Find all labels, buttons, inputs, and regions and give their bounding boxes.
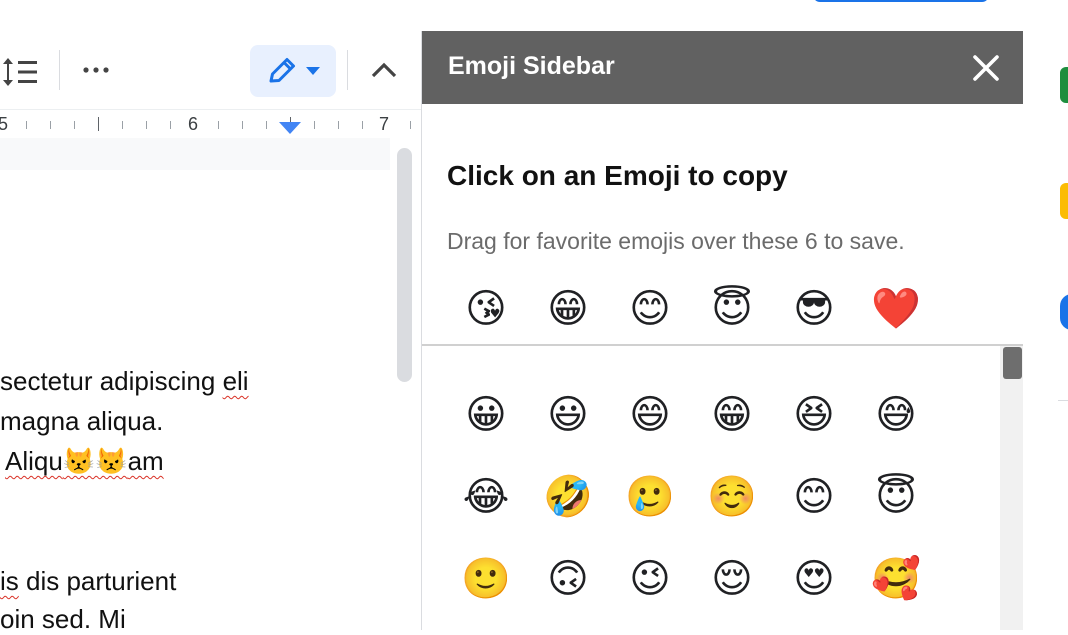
spelling-error[interactable]: eli	[223, 366, 249, 396]
emoji-sidebar: Emoji Sidebar Click on an Emoji to copy …	[421, 31, 1025, 630]
emoji-cell[interactable]: 🥰	[868, 551, 924, 607]
sidebar-subheading: Drag for favorite emojis over these 6 to…	[447, 228, 905, 254]
document-scroll-thumb[interactable]	[397, 148, 412, 382]
side-panel	[1023, 31, 1068, 630]
ruler-tick	[74, 121, 75, 129]
more-options-icon[interactable]	[76, 52, 116, 88]
favorite-emoji[interactable]: 😘	[458, 281, 514, 337]
ruler-tick	[170, 121, 171, 129]
ruler-tick	[98, 117, 99, 131]
indent-marker[interactable]	[279, 122, 301, 134]
ruler-tick	[122, 121, 123, 129]
editing-mode-button[interactable]	[250, 45, 336, 97]
emoji-cell[interactable]: 😂	[458, 469, 514, 525]
side-panel-divider	[1058, 400, 1068, 401]
emoji-cell[interactable]: 🙂	[458, 551, 514, 607]
document-line: is dis parturient	[0, 566, 177, 596]
spelling-error[interactable]: is	[0, 566, 19, 596]
toolbar-divider	[59, 50, 60, 90]
document-page[interactable]	[0, 170, 390, 630]
top-bar	[0, 0, 1068, 32]
chevron-up-icon[interactable]	[362, 52, 406, 88]
inline-emoji: 😾😾	[62, 446, 128, 476]
emoji-cell[interactable]: 😌	[704, 551, 760, 607]
ruler-tick	[338, 121, 339, 129]
ruler-tick	[50, 121, 51, 129]
favorite-emoji[interactable]: 😁	[540, 281, 596, 337]
emoji-grid-scroll-thumb[interactable]	[1003, 347, 1022, 379]
emoji-cell[interactable]: 😀	[458, 387, 514, 443]
favorite-emoji[interactable]: ❤️	[868, 281, 924, 337]
sheets-icon[interactable]	[1060, 67, 1068, 103]
emoji-cell[interactable]: 😍	[786, 551, 842, 607]
emoji-grid: 😀 😃 😄 😁 😆 😅 😂 🤣 🥲 ☺️ 😊 😇 🙂 🙃 😉 😌 😍 🥰	[422, 346, 1023, 630]
emoji-cell[interactable]: 😉	[622, 551, 678, 607]
document-line: oin sed. Mi	[0, 604, 126, 634]
ruler-label: 5	[0, 114, 9, 134]
caret-down-icon	[305, 66, 321, 76]
emoji-cell[interactable]: 😆	[786, 387, 842, 443]
contacts-icon[interactable]	[1060, 294, 1068, 330]
emoji-grid-scrollbar[interactable]	[1000, 346, 1023, 630]
emoji-cell[interactable]: 😃	[540, 387, 596, 443]
toolbar-divider	[347, 50, 348, 90]
toolbar	[0, 31, 421, 109]
favorite-emoji[interactable]: 😎	[786, 281, 842, 337]
ruler-tick	[26, 121, 27, 129]
emoji-cell[interactable]: 🤣	[540, 469, 596, 525]
document-line: Aliqu😾😾am	[5, 446, 164, 476]
emoji-cell[interactable]: 🥲	[622, 469, 678, 525]
ruler-tick	[314, 121, 315, 129]
ruler-label: 7	[379, 114, 390, 134]
emoji-cell[interactable]: 😅	[868, 387, 924, 443]
emoji-cell[interactable]: 😇	[868, 469, 924, 525]
emoji-cell[interactable]: 😄	[622, 387, 678, 443]
favorite-emoji[interactable]: 😊	[622, 281, 678, 337]
ruler-tick	[218, 121, 219, 129]
favorite-emoji[interactable]: 😇	[704, 281, 760, 337]
emoji-cell[interactable]: 😁	[704, 387, 760, 443]
close-icon[interactable]	[969, 51, 1003, 85]
ruler-tick	[242, 121, 243, 129]
ruler[interactable]: 5 6 7	[0, 109, 421, 139]
emoji-cell[interactable]: ☺️	[704, 469, 760, 525]
keep-icon[interactable]	[1060, 183, 1068, 219]
ruler-label: 6	[188, 114, 199, 134]
sidebar-title: Emoji Sidebar	[448, 52, 615, 80]
document-line: sectetur adipiscing eli	[0, 366, 249, 396]
share-button[interactable]	[813, 0, 989, 2]
ruler-tick	[362, 121, 363, 129]
sidebar-header: Emoji Sidebar	[422, 31, 1023, 104]
sidebar-heading: Click on an Emoji to copy	[447, 160, 788, 191]
emoji-cell[interactable]: 🙃	[540, 551, 596, 607]
ruler-tick	[146, 121, 147, 129]
document-line: magna aliqua.	[0, 406, 164, 436]
emoji-cell[interactable]: 😊	[786, 469, 842, 525]
ruler-tick	[266, 121, 267, 129]
line-spacing-icon[interactable]	[0, 52, 40, 92]
pencil-icon	[265, 54, 299, 88]
ruler-tick	[410, 121, 411, 129]
